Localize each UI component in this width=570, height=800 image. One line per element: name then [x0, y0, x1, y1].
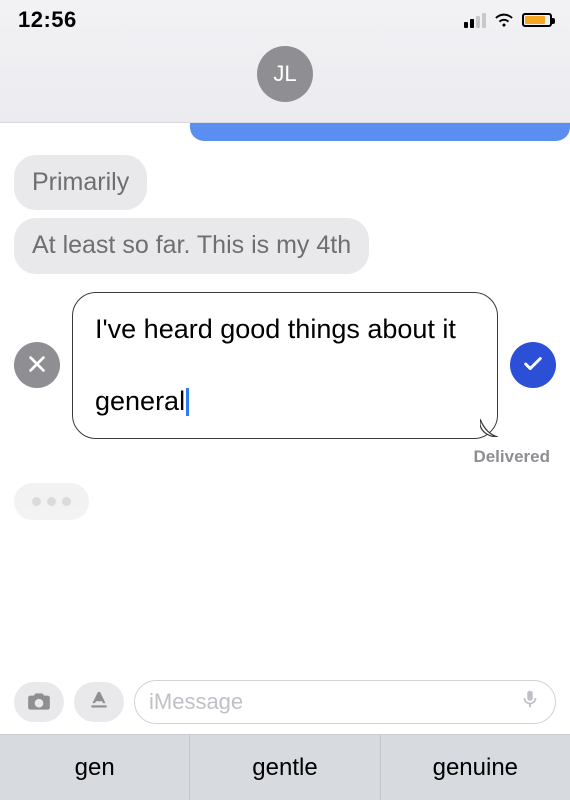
suggestion-1[interactable]: gen	[0, 735, 189, 800]
editing-text-line1: I've heard good things about it	[95, 314, 456, 344]
avatar[interactable]: JL	[257, 46, 313, 102]
suggestion-2[interactable]: gentle	[189, 735, 379, 800]
delivered-status: Delivered	[14, 447, 550, 467]
contact-header[interactable]: JL	[0, 40, 570, 122]
cancel-edit-button[interactable]	[14, 342, 60, 388]
microphone-icon	[519, 690, 541, 715]
input-bar: iMessage	[0, 672, 570, 734]
camera-icon	[26, 688, 52, 717]
suggestion-3[interactable]: genuine	[380, 735, 570, 800]
received-bubble[interactable]: Primarily	[14, 155, 147, 210]
dictation-button[interactable]	[519, 688, 541, 716]
bubble-tail-icon	[480, 410, 498, 428]
avatar-initials: JL	[273, 61, 296, 87]
typing-indicator	[14, 483, 89, 520]
message-row: At least so far. This is my 4th	[14, 218, 556, 273]
text-caret	[186, 388, 189, 416]
confirm-edit-button[interactable]	[510, 342, 556, 388]
app-store-button[interactable]	[74, 682, 124, 722]
header: 12:56 JL	[0, 0, 570, 123]
message-row: Primarily	[14, 155, 556, 210]
message-placeholder: iMessage	[149, 689, 243, 715]
camera-button[interactable]	[14, 682, 64, 722]
status-indicators	[464, 12, 552, 28]
messages-area[interactable]: Primarily At least so far. This is my 4t…	[0, 123, 570, 672]
check-icon	[522, 353, 544, 378]
app-store-icon	[86, 688, 112, 717]
editing-bubble[interactable]: I've heard good things about it general	[72, 292, 498, 439]
status-time: 12:56	[18, 7, 77, 33]
previous-sent-bubble-peek	[190, 123, 570, 141]
message-input[interactable]: iMessage	[134, 680, 556, 724]
close-icon	[26, 353, 48, 378]
keyboard-suggestion-bar: gen gentle genuine	[0, 734, 570, 800]
wifi-icon	[494, 12, 514, 28]
editing-message-container: I've heard good things about it general	[14, 292, 556, 439]
received-bubble[interactable]: At least so far. This is my 4th	[14, 218, 369, 273]
status-bar: 12:56	[0, 6, 570, 40]
editing-text-line2: general	[95, 386, 185, 416]
battery-icon	[522, 13, 552, 27]
cellular-signal-icon	[464, 13, 486, 28]
